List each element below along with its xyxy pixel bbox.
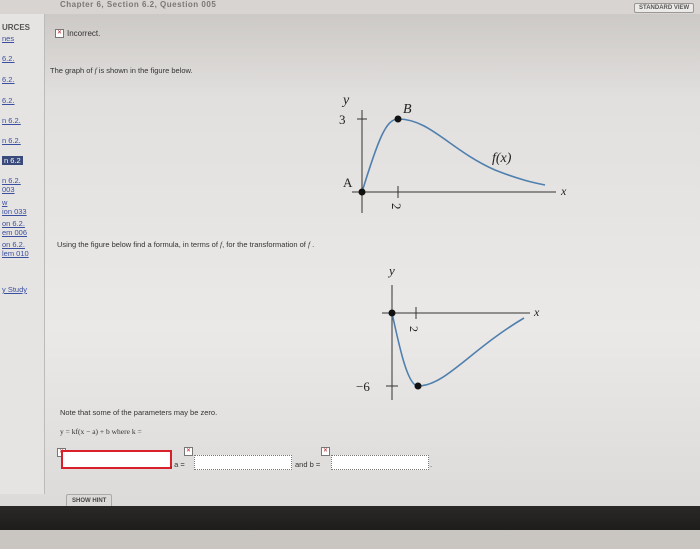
fig2-x-label: x [533,305,540,319]
fig2-start-marker [388,309,396,317]
bottom-desk [0,530,700,549]
fig1-tick-x-label: 2 [389,203,404,210]
figure-2: y 2 −6 x [356,263,540,400]
fig2-tick-x-label: 2 [407,326,421,332]
fig1-curve [361,118,546,193]
k-answer-field[interactable] [61,450,172,469]
fig1-tick-y-label: 3 [339,112,346,127]
figure-1: y 3 2 A B f(x) x [339,93,567,213]
point-a-label: A [343,175,353,190]
fig2-y-label: y [387,263,395,278]
point-b-label: B [403,102,412,117]
a-label: , a = [170,460,185,469]
fig2-curve [391,312,525,387]
a-answer-field[interactable] [194,455,292,470]
b-label: and b = [295,460,321,469]
fig2-tick-y-label: −6 [356,379,370,394]
point-a-marker [358,188,366,196]
fig1-x-label: x [560,184,567,198]
point-b-marker [394,115,402,123]
fig1-y-label: y [341,93,350,108]
fig2-min-marker [414,382,422,390]
end-punct: . [430,460,433,469]
b-incorrect-icon: ✕ [321,447,330,456]
b-answer-field[interactable] [331,455,429,470]
a-incorrect-icon: ✕ [184,447,193,456]
curve-label: f(x) [492,151,512,166]
